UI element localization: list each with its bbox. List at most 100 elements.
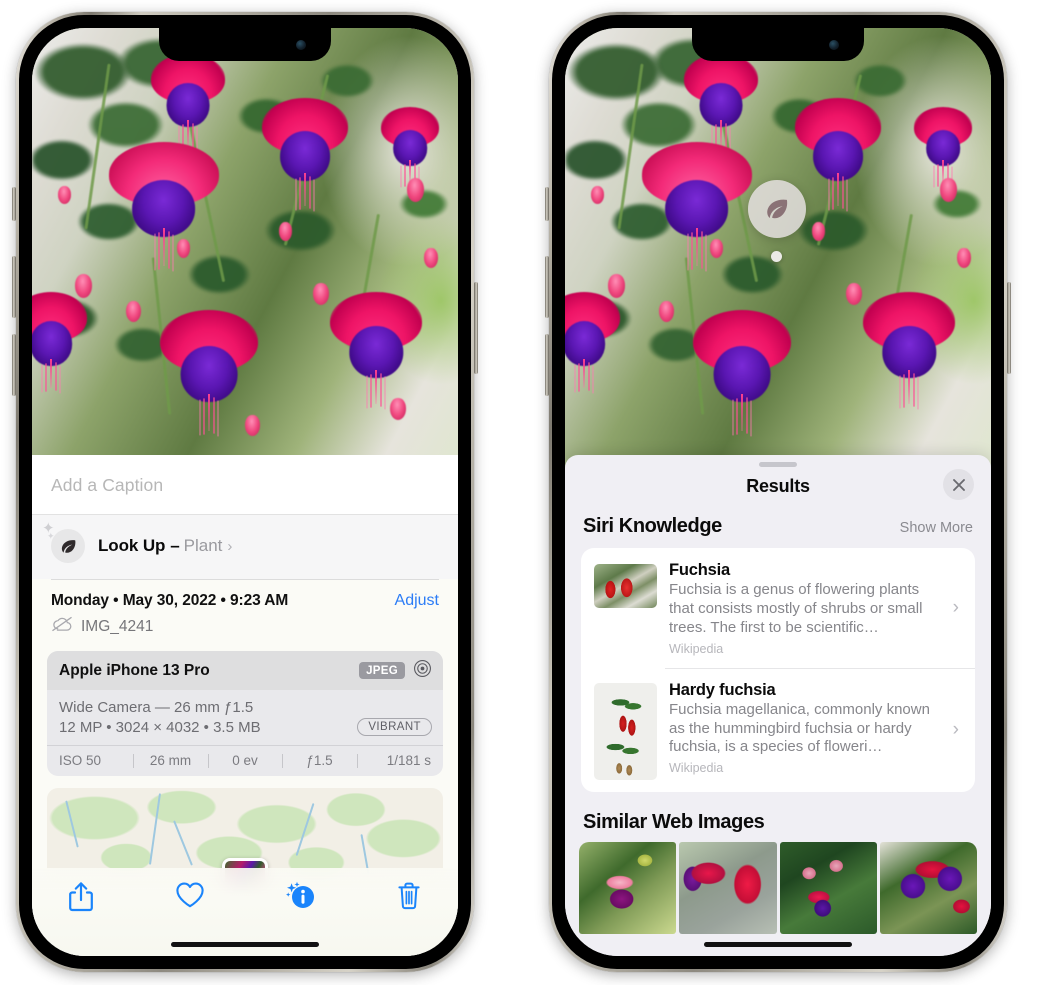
chevron-right-icon: ›	[952, 718, 959, 740]
exif-header: Apple iPhone 13 Pro JPEG	[47, 651, 443, 690]
volume-down-button[interactable]	[545, 334, 549, 396]
flower-bud	[57, 186, 71, 205]
fuchsia-blossom	[684, 54, 759, 149]
screenshot-stage: Add a Caption ✦ ✦ Look Up – Plant › Mond…	[0, 0, 1055, 985]
look-up-row[interactable]: ✦ ✦ Look Up – Plant ›	[32, 515, 458, 579]
look-up-subject: Plant	[183, 536, 223, 555]
fuchsia-blossom	[108, 142, 219, 266]
flower-bud	[423, 248, 438, 268]
list-item[interactable]: Hardy fuchsia Fuchsia magellanica, commo…	[581, 667, 975, 792]
knowledge-source: Wikipedia	[669, 761, 724, 776]
delete-button[interactable]	[386, 881, 432, 911]
flower-bud	[176, 239, 190, 259]
file-name-label: IMG_4241	[81, 617, 154, 635]
flower-bud	[389, 397, 406, 420]
front-camera	[296, 40, 306, 50]
volume-up-button[interactable]	[545, 256, 549, 318]
photographic-style-badge: VIBRANT	[357, 718, 432, 736]
iphone-left: Add a Caption ✦ ✦ Look Up – Plant › Mond…	[12, 12, 478, 972]
notch	[159, 28, 331, 61]
photo-viewer[interactable]	[32, 28, 458, 468]
format-badge: JPEG	[359, 662, 405, 679]
photo-datetime: Monday • May 30, 2022 • 9:23 AM	[51, 592, 289, 609]
info-button[interactable]	[277, 881, 323, 911]
silence-switch[interactable]	[545, 187, 549, 221]
similar-image-3[interactable]	[779, 841, 877, 934]
lens-info: Wide Camera — 26 mm ƒ1.5	[59, 699, 254, 716]
flower-bud	[279, 221, 293, 241]
results-sheet: Results Siri Knowledge Show More Fuchsia…	[565, 455, 991, 956]
list-item[interactable]: Fuchsia Fuchsia is a genus of flowering …	[581, 548, 975, 668]
favorite-button[interactable]	[167, 881, 213, 909]
knowledge-source: Wikipedia	[669, 641, 724, 656]
knowledge-title: Fuchsia	[669, 561, 730, 579]
caption-placeholder: Add a Caption	[51, 475, 164, 495]
phone-bezel: Add a Caption ✦ ✦ Look Up – Plant › Mond…	[19, 15, 471, 969]
exif-card[interactable]: Apple iPhone 13 Pro JPEG Wide Camera — 2…	[47, 651, 443, 776]
exif-body: Wide Camera — 26 mm ƒ1.5 12 MP • 3024 × …	[47, 690, 443, 745]
similar-image-1[interactable]	[579, 841, 677, 934]
exif-ev: 0 ev	[232, 753, 258, 768]
home-indicator[interactable]	[171, 942, 319, 947]
exif-aperture: ƒ1.5	[306, 753, 333, 768]
adjust-button[interactable]: Adjust	[395, 592, 439, 610]
file-row: IMG_4241	[32, 614, 458, 648]
flower-bud	[607, 274, 625, 299]
photo-viewer[interactable]	[565, 28, 991, 468]
aperture-icon	[413, 659, 432, 682]
flower-bud	[590, 186, 604, 205]
similar-image-2[interactable]	[679, 841, 777, 934]
share-button[interactable]	[58, 881, 104, 913]
knowledge-description: Fuchsia magellanica, commonly known as t…	[669, 700, 930, 756]
chevron-right-icon: ›	[227, 538, 233, 555]
fuchsia-blossom	[795, 98, 882, 206]
exif-iso: ISO 50	[59, 753, 102, 768]
metadata-row: Monday • May 30, 2022 • 9:23 AM Adjust	[32, 579, 458, 614]
similar-web-images-strip	[565, 841, 991, 934]
fuchsia-blossom	[565, 292, 620, 389]
close-icon[interactable]	[943, 469, 974, 500]
flower-bud	[939, 177, 957, 202]
exif-focal: 26 mm	[149, 753, 192, 768]
volume-down-button[interactable]	[12, 334, 16, 396]
look-up-separator: –	[170, 536, 180, 555]
fuchsia-blossom	[863, 292, 956, 404]
cloud-slash-icon	[51, 616, 73, 637]
similar-image-4[interactable]	[879, 841, 977, 934]
notch	[692, 28, 864, 61]
flower-bud	[709, 239, 723, 259]
flower-bud	[956, 248, 971, 268]
fuchsia-blossom	[32, 292, 87, 389]
fuchsia-blossom	[641, 142, 752, 266]
visual-look-up-badge[interactable]	[748, 180, 806, 238]
flower-bud	[74, 274, 92, 299]
hardy-fuchsia-specimen-thumb	[594, 682, 657, 780]
fuchsia-red-flowers-thumb	[594, 564, 657, 608]
sparkle-small-icon: ✦	[47, 531, 55, 541]
power-button[interactable]	[474, 282, 478, 374]
flower-bud	[812, 221, 826, 241]
front-camera	[829, 40, 839, 50]
silence-switch[interactable]	[12, 187, 16, 221]
fuchsia-blossom	[151, 54, 226, 149]
caption-field[interactable]: Add a Caption	[32, 455, 458, 515]
flower-bud	[658, 300, 674, 322]
visual-look-up-anchor-dot	[771, 251, 782, 262]
flower-bud	[125, 300, 141, 322]
knowledge-title: Hardy fuchsia	[669, 680, 776, 699]
fuchsia-blossom	[914, 107, 973, 184]
results-title: Results	[746, 476, 810, 496]
similar-web-images-header: Similar Web Images	[565, 792, 991, 842]
siri-knowledge-card: Fuchsia Fuchsia is a genus of flowering …	[581, 548, 975, 792]
fuchsia-blossom	[330, 292, 423, 404]
show-more-button[interactable]: Show More	[900, 520, 973, 536]
fuchsia-blossom	[692, 309, 791, 431]
home-indicator[interactable]	[704, 942, 852, 947]
power-button[interactable]	[1007, 282, 1011, 374]
chevron-right-icon: ›	[952, 596, 959, 618]
siri-knowledge-title: Siri Knowledge	[583, 515, 722, 537]
siri-knowledge-header: Siri Knowledge Show More	[565, 515, 991, 548]
volume-up-button[interactable]	[12, 256, 16, 318]
screen-left: Add a Caption ✦ ✦ Look Up – Plant › Mond…	[32, 28, 458, 956]
fuchsia-blossom	[381, 107, 440, 184]
